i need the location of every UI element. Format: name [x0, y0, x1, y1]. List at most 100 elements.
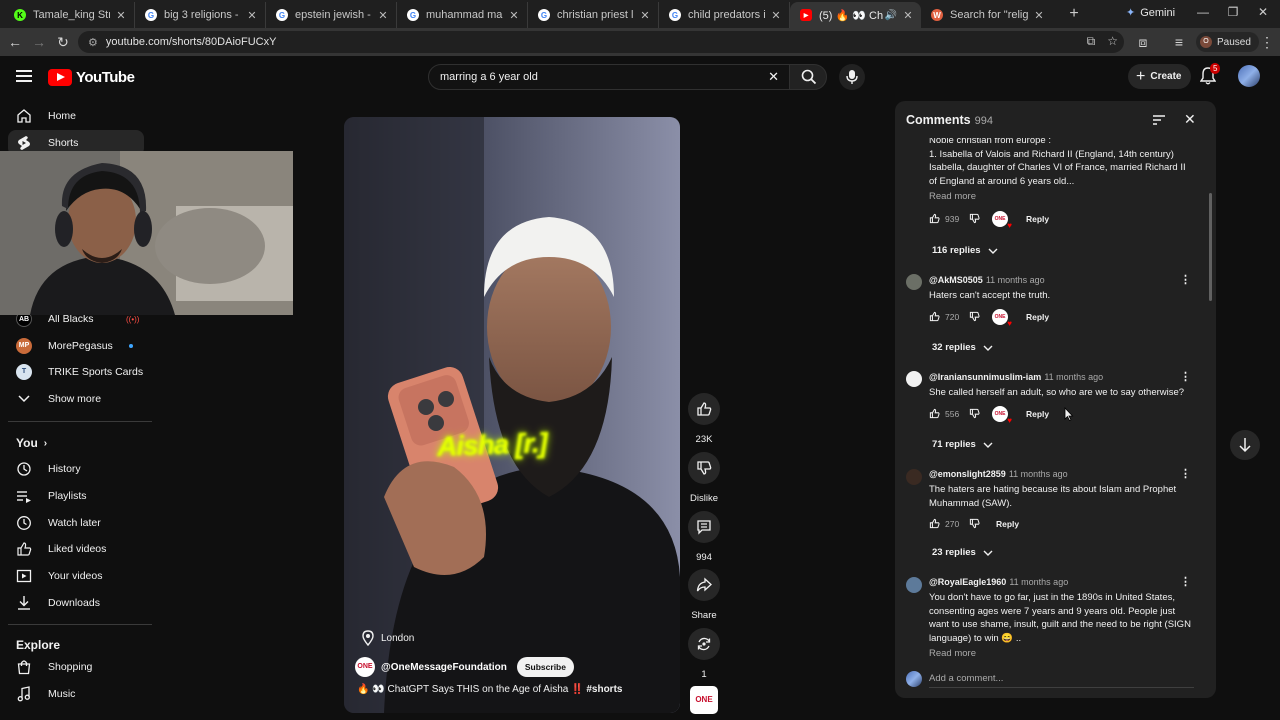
account-avatar[interactable]: [1238, 65, 1260, 87]
subscribe-button[interactable]: Subscribe: [516, 657, 574, 677]
media-icon[interactable]: ≡: [1170, 33, 1188, 51]
tab-close-icon[interactable]: ✕: [1032, 9, 1046, 22]
sidebar-item-playlists[interactable]: Playlists: [8, 483, 144, 509]
comment-author[interactable]: @Iraniansunnimuslim-iam 11 months ago: [929, 372, 1103, 382]
forward-icon[interactable]: →: [30, 33, 48, 51]
sidebar-sub-morepegasus[interactable]: MP MorePegasus: [8, 333, 144, 359]
browser-tab[interactable]: K Tamale_king Stream - W ✕: [4, 2, 135, 28]
sidebar-item-music[interactable]: Music: [8, 681, 144, 707]
thumbs-down-icon[interactable]: [969, 213, 980, 226]
thumbs-up-icon[interactable]: [929, 518, 940, 531]
thumbs-up-icon[interactable]: [929, 311, 940, 324]
sidebar-sub-trike[interactable]: T TRIKE Sports Cards: [8, 359, 144, 385]
tab-close-icon[interactable]: ✕: [638, 9, 652, 22]
commenter-avatar[interactable]: [906, 469, 922, 485]
remix-button[interactable]: [688, 628, 720, 660]
sidebar-item-liked-videos[interactable]: Liked videos: [8, 536, 144, 562]
site-info-icon[interactable]: ⚙: [88, 36, 98, 49]
browser-menu-icon[interactable]: ⋮: [1258, 33, 1276, 51]
reply-button[interactable]: Reply: [1026, 409, 1049, 419]
dislike-button[interactable]: [688, 452, 720, 484]
channel-avatar[interactable]: ONE: [355, 657, 375, 677]
sidebar-item-history[interactable]: History: [8, 456, 144, 482]
create-button[interactable]: + Create: [1128, 64, 1192, 89]
close-comments-icon[interactable]: ✕: [1184, 111, 1196, 128]
sidebar-you-heading[interactable]: You ›: [16, 436, 47, 450]
tab-close-icon[interactable]: ✕: [901, 9, 915, 22]
comment-author[interactable]: @RoyalEagle1960 11 months ago: [929, 577, 1068, 587]
sidebar-item-downloads[interactable]: Downloads: [8, 590, 144, 616]
like-button[interactable]: [688, 393, 720, 425]
view-replies-button[interactable]: 71 replies: [932, 439, 993, 450]
tab-close-icon[interactable]: ✕: [507, 9, 521, 22]
sidebar-item-watch-later[interactable]: Watch later: [8, 510, 144, 536]
speaker-icon[interactable]: 🔊: [885, 10, 897, 21]
search-box[interactable]: ✕: [428, 64, 790, 90]
profile-button[interactable]: O Paused: [1196, 32, 1259, 52]
gemini-button[interactable]: ✦ Gemini: [1126, 6, 1175, 20]
add-comment-input[interactable]: [929, 670, 1194, 688]
view-replies-button[interactable]: 23 replies: [932, 547, 993, 558]
tab-close-icon[interactable]: ✕: [769, 9, 783, 22]
thumbs-down-icon[interactable]: [969, 311, 980, 324]
menu-icon[interactable]: [16, 70, 32, 82]
thumbs-up-icon[interactable]: [929, 213, 940, 226]
comment-menu-icon[interactable]: ⋮: [1180, 467, 1191, 480]
youtube-logo[interactable]: YouTube: [48, 69, 135, 86]
sidebar-item-home[interactable]: Home: [8, 103, 144, 129]
comment-menu-icon[interactable]: ⋮: [1180, 575, 1191, 588]
browser-tab-active[interactable]: ▶ (5) 🔥 👀 ChatGPT 🔊 ✕: [790, 2, 921, 28]
hashtag-link[interactable]: #shorts: [586, 684, 622, 695]
clear-search-icon[interactable]: ✕: [768, 69, 779, 85]
minimize-icon[interactable]: —: [1194, 5, 1212, 19]
view-replies-button[interactable]: 116 replies: [932, 245, 998, 256]
channel-name[interactable]: @OneMessageFoundation: [381, 662, 507, 673]
reply-button[interactable]: Reply: [1026, 312, 1049, 322]
video-title[interactable]: 🔥 👀 ChatGPT Says THIS on the Age of Aish…: [357, 684, 622, 695]
tab-close-icon[interactable]: ✕: [376, 9, 390, 22]
extensions-icon[interactable]: ⧈: [1134, 33, 1152, 51]
thumbs-up-icon[interactable]: [929, 408, 940, 421]
view-replies-button[interactable]: 32 replies: [932, 342, 993, 353]
omnibox[interactable]: ⚙ youtube.com/shorts/80DAioFUCxY ⧉ ☆: [78, 31, 1124, 53]
reply-button[interactable]: Reply: [996, 519, 1019, 529]
install-icon[interactable]: ⧉: [1087, 34, 1096, 49]
browser-tab[interactable]: G child predators is comm ✕: [659, 2, 790, 28]
back-icon[interactable]: ←: [6, 33, 24, 51]
browser-tab[interactable]: G christian priest little boy ✕: [528, 2, 659, 28]
reply-button[interactable]: Reply: [1026, 214, 1049, 224]
channel-thumbnail[interactable]: ONE: [690, 686, 718, 714]
sidebar-item-your-videos[interactable]: Your videos: [8, 563, 144, 589]
browser-tab[interactable]: G epstein jewish - Google ✕: [266, 2, 397, 28]
comment-menu-icon[interactable]: ⋮: [1180, 273, 1191, 286]
read-more-link[interactable]: Read more: [929, 191, 976, 202]
comments-scrollbar-thumb[interactable]: [1209, 193, 1212, 301]
sort-icon[interactable]: [1152, 113, 1166, 127]
sidebar-item-shopping[interactable]: Shopping: [8, 654, 144, 680]
close-window-icon[interactable]: ✕: [1254, 5, 1272, 19]
read-more-link[interactable]: Read more: [929, 648, 976, 659]
tab-close-icon[interactable]: ✕: [245, 9, 259, 22]
location-chip[interactable]: London: [361, 630, 414, 646]
shorts-video-player[interactable]: [344, 117, 680, 713]
bookmark-star-icon[interactable]: ☆: [1107, 34, 1118, 49]
comments-button[interactable]: [688, 511, 720, 543]
search-button[interactable]: [789, 64, 827, 90]
reload-icon[interactable]: ↻: [54, 33, 72, 51]
browser-tab[interactable]: W Search for "religion" - W ✕: [921, 2, 1052, 28]
restore-icon[interactable]: ❐: [1224, 5, 1242, 19]
voice-search-button[interactable]: [839, 64, 865, 90]
commenter-avatar[interactable]: [906, 274, 922, 290]
browser-tab[interactable]: G muhammad marrying a ✕: [397, 2, 528, 28]
comment-author[interactable]: @AkMS0505 11 months ago: [929, 275, 1045, 285]
commenter-avatar[interactable]: [906, 577, 922, 593]
browser-tab[interactable]: G big 3 religions - Google ✕: [135, 2, 266, 28]
thumbs-down-icon[interactable]: [969, 518, 980, 531]
comment-author[interactable]: @emonslight2859 11 months ago: [929, 469, 1068, 479]
commenter-avatar[interactable]: [906, 371, 922, 387]
next-short-button[interactable]: [1230, 430, 1260, 460]
comment-menu-icon[interactable]: ⋮: [1180, 370, 1191, 383]
sidebar-show-more[interactable]: Show more: [8, 386, 144, 412]
new-tab-button[interactable]: +: [1062, 2, 1086, 26]
thumbs-down-icon[interactable]: [969, 408, 980, 421]
